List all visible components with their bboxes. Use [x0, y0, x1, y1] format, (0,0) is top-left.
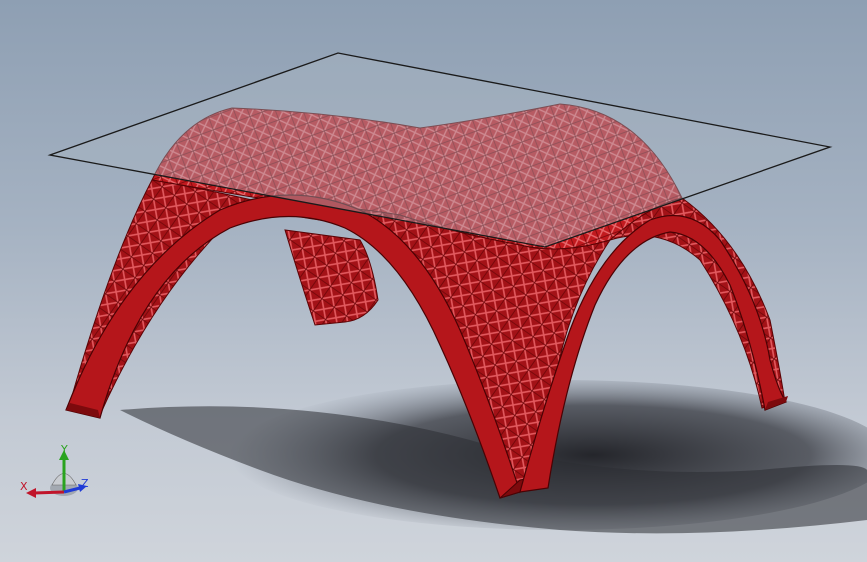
3d-model-view[interactable]: [0, 0, 867, 562]
back-left-leg: [284, 229, 379, 326]
triad-z-label: Z: [81, 477, 89, 490]
triad-y-label: Y: [61, 443, 68, 456]
graphics-viewport[interactable]: X Y Z: [0, 0, 867, 562]
triad-graphic: [26, 450, 87, 498]
triad-x-label: X: [20, 480, 28, 493]
view-orientation-triad[interactable]: X Y Z: [18, 440, 98, 510]
